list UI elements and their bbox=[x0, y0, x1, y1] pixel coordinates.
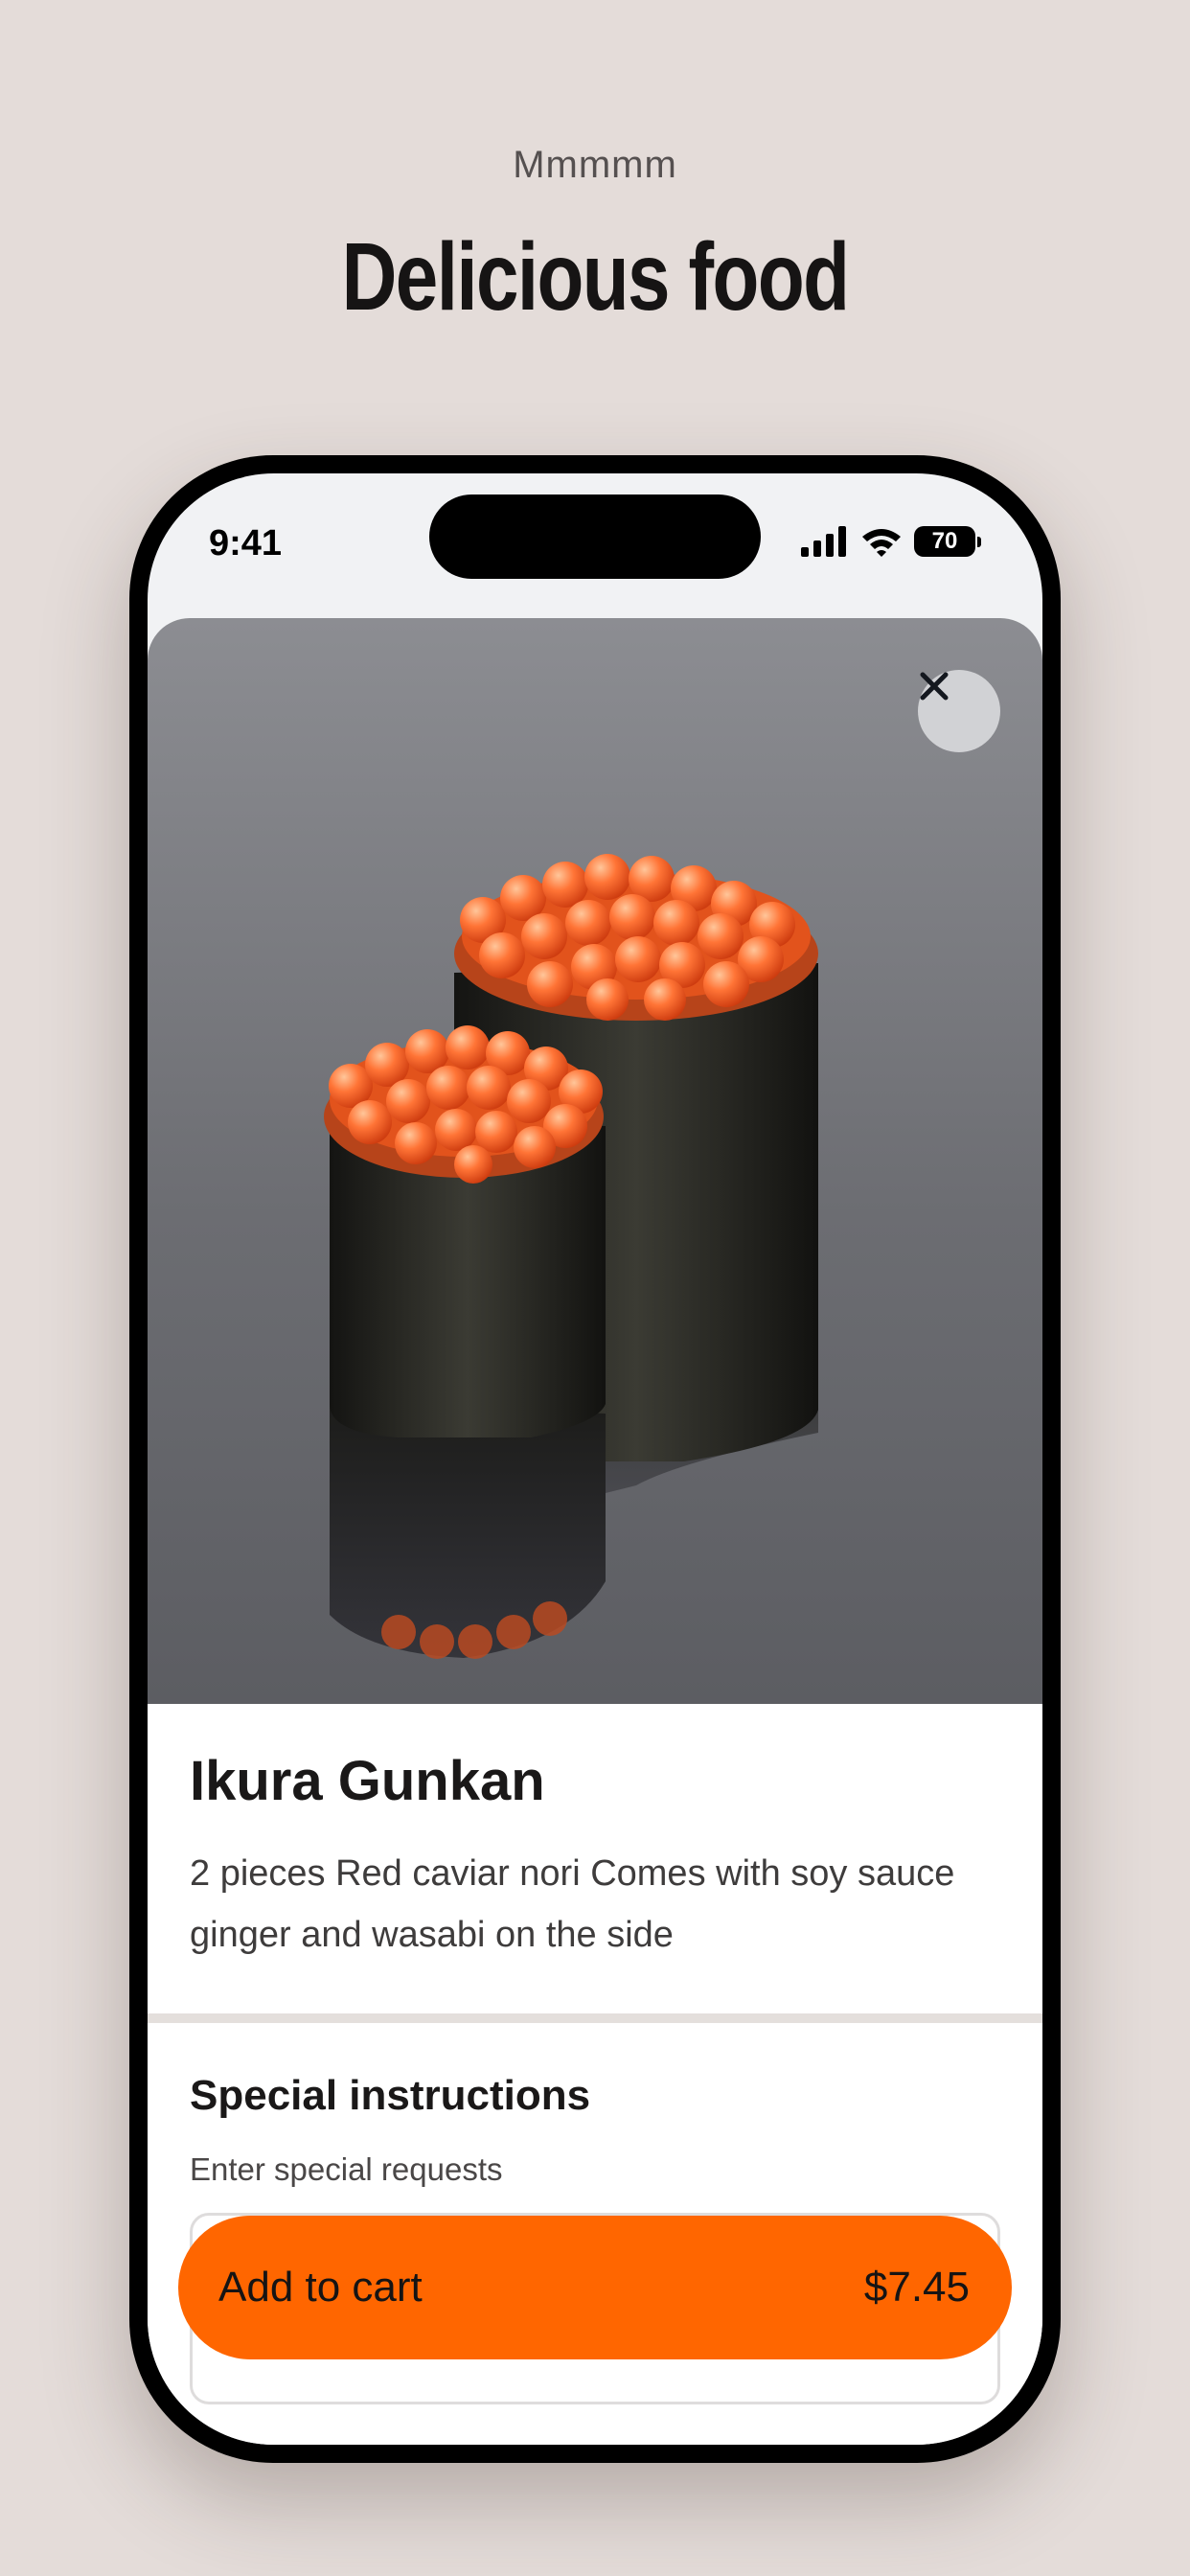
battery-level: 70 bbox=[914, 526, 975, 557]
item-description: 2 pieces Red caviar nori Comes with soy … bbox=[190, 1853, 955, 1955]
status-indicators: 70 bbox=[801, 525, 981, 558]
wifi-icon bbox=[862, 529, 901, 557]
cart-price: $7.45 bbox=[863, 2264, 970, 2311]
battery-tip bbox=[977, 536, 981, 547]
item-photo bbox=[148, 618, 1042, 1704]
special-instructions-title: Special instructions bbox=[190, 2072, 591, 2119]
add-to-cart-button[interactable]: Add to cart $7.45 bbox=[178, 2216, 1012, 2359]
signal-icon bbox=[801, 526, 846, 557]
phone-frame: 9:41 70 Ikura Gunkan 2 pieces Red caviar… bbox=[129, 455, 1061, 2463]
close-button[interactable] bbox=[918, 670, 1000, 752]
item-detail-sheet: Ikura Gunkan 2 pieces Red caviar nori Co… bbox=[148, 618, 1042, 2445]
status-time: 9:41 bbox=[209, 523, 283, 564]
ikura-gunkan-illustration bbox=[324, 854, 818, 1659]
special-instructions-hint: Enter special requests bbox=[190, 2151, 503, 2187]
dynamic-island bbox=[429, 494, 761, 579]
page-heading: Delicious food bbox=[341, 223, 850, 331]
battery-icon: 70 bbox=[914, 526, 981, 557]
add-to-cart-label: Add to cart bbox=[218, 2264, 423, 2311]
item-title: Ikura Gunkan bbox=[190, 1750, 545, 1812]
page-eyebrow: Mmmmm bbox=[513, 144, 677, 186]
phone-screen: 9:41 70 Ikura Gunkan 2 pieces Red caviar… bbox=[148, 473, 1042, 2445]
section-divider bbox=[148, 2013, 1042, 2023]
close-icon bbox=[920, 672, 949, 701]
